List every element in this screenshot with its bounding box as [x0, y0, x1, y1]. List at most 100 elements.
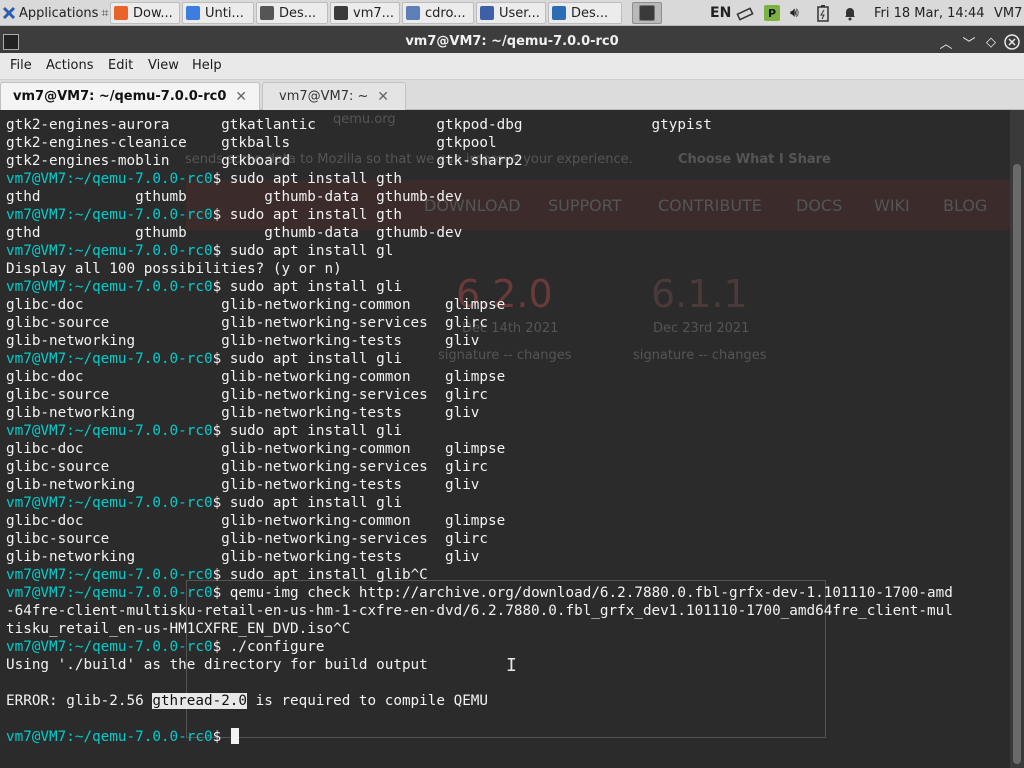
close-tab-icon[interactable]: ✕ — [377, 89, 389, 105]
shell-command: $ sudo apt install gli — [212, 279, 402, 295]
close-tab-icon[interactable]: ✕ — [235, 89, 247, 105]
menu-view[interactable]: View — [148, 58, 179, 73]
desktop-icon — [552, 6, 566, 20]
shell-prompt: vm7@VM7:~/qemu-7.0.0-rc0 — [6, 207, 213, 223]
taskbar-button-label: Des... — [279, 5, 317, 21]
keyboard-layout[interactable]: EN — [710, 2, 731, 24]
shell-prompt: vm7@VM7:~/qemu-7.0.0-rc0 — [6, 279, 213, 295]
shell-command: $ qemu-img check http://archive.org/down… — [212, 585, 953, 601]
terminal-line: glibc-doc glib-networking-common glimpse — [6, 296, 953, 314]
taskbar-terminal-active[interactable] — [632, 2, 662, 24]
terminal-text: glibc-source glib-networking-services gl… — [6, 387, 489, 403]
terminal-line: tisku_retail_en-us-HM1CXFRE_EN_DVD.iso^C — [6, 620, 953, 638]
terminal-text: gtk2-engines-cleanice gtkballs gtkpool — [6, 135, 497, 151]
terminal-text: ERROR: glib-2.56 — [6, 693, 153, 709]
taskbar-button[interactable]: cdro... — [402, 2, 474, 24]
window-maximize-up-icon[interactable]: ︿ — [937, 33, 955, 52]
shell-command: $ sudo apt install gli — [212, 495, 402, 511]
terminal-text: Display all 100 possibilities? (y or n) — [6, 261, 342, 277]
shell-command: $ sudo apt install gli — [212, 423, 402, 439]
terminal-line: vm7@VM7:~/qemu-7.0.0-rc0$ qemu-img check… — [6, 584, 953, 602]
terminal-text: gthd gthumb gthumb-data gthumb-dev — [6, 225, 463, 241]
text-cursor-ibeam-icon: I — [506, 655, 517, 676]
terminal-line: glibc-doc glib-networking-common glimpse — [6, 440, 953, 458]
volume-icon[interactable]: 🔊︎ — [790, 2, 799, 24]
tab-label: vm7@VM7: ~/qemu-7.0.0-rc0 — [13, 89, 227, 104]
terminal-icon — [334, 6, 348, 20]
taskbar-button[interactable]: vm7... — [330, 2, 400, 24]
terminal-text: glibc-doc glib-networking-common glimpse — [6, 369, 506, 385]
menu-actions[interactable]: Actions — [46, 58, 94, 73]
clock[interactable]: Fri 18 Mar, 14:44 — [874, 2, 985, 24]
terminal-line: Display all 100 possibilities? (y or n) — [6, 260, 953, 278]
menu-edit[interactable]: Edit — [108, 58, 133, 73]
terminal-line: glibc-doc glib-networking-common glimpse — [6, 512, 953, 530]
tab-home[interactable]: vm7@VM7: ~ ✕ — [262, 82, 406, 110]
taskbar-button[interactable]: Unti... — [182, 2, 254, 24]
menu-file[interactable]: File — [10, 58, 32, 73]
terminal-line: glibc-source glib-networking-services gl… — [6, 530, 953, 548]
tab-label: vm7@VM7: ~ — [279, 89, 369, 104]
taskbar-button-label: Dow... — [133, 5, 173, 21]
battery-icon[interactable] — [817, 2, 829, 24]
terminal-text: gtk2-engines-aurora gtkatlantic gtkpod-d… — [6, 117, 712, 133]
network-icon[interactable] — [736, 2, 754, 24]
package-updater-icon[interactable]: P — [764, 5, 780, 21]
chrome-icon — [186, 6, 200, 20]
menu-help[interactable]: Help — [192, 58, 222, 73]
selected-text[interactable]: gthread-2.0 — [152, 693, 248, 709]
taskbar-button[interactable]: User... — [476, 2, 546, 24]
terminal-line: vm7@VM7:~/qemu-7.0.0-rc0$ sudo apt insta… — [6, 206, 953, 224]
terminal-scrollbar[interactable] — [1010, 110, 1024, 768]
taskbar-button-label: Des... — [571, 5, 609, 21]
shell-command: $ sudo apt install glib^C — [212, 567, 428, 583]
terminal-text: glibc-doc glib-networking-common glimpse — [6, 297, 506, 313]
taskbar-button-label: cdro... — [425, 5, 466, 21]
window-minimize-icon[interactable]: ﹀ — [960, 33, 978, 52]
shell-prompt: vm7@VM7:~/qemu-7.0.0-rc0 — [6, 567, 213, 583]
terminal-line: ERROR: glib-2.56 gthread-2.0 is required… — [6, 692, 953, 710]
window-restore-icon[interactable]: ◇ — [982, 33, 1000, 51]
taskbar-button[interactable]: Des... — [256, 2, 328, 24]
window-titlebar[interactable]: vm7@VM7: ~/qemu-7.0.0-rc0 ︿ ﹀ ◇ — [0, 31, 1024, 53]
user-icon — [480, 6, 494, 20]
shell-command: $ ./configure — [212, 639, 325, 655]
terminal-text: -64fre-client-multisku-retail-en-us-hm-1… — [6, 603, 953, 619]
shell-prompt: vm7@VM7:~/qemu-7.0.0-rc0 — [6, 423, 213, 439]
shell-prompt: vm7@VM7:~/qemu-7.0.0-rc0 — [6, 243, 213, 259]
terminal-icon — [638, 5, 655, 21]
shell-command: $ — [212, 729, 230, 745]
terminal-line: glibc-source glib-networking-services gl… — [6, 386, 953, 404]
window-close-icon[interactable] — [1003, 33, 1021, 51]
xfce-mouse-icon — [2, 6, 16, 20]
shell-command: $ sudo apt install gth — [212, 207, 402, 223]
shell-command: $ sudo apt install gth — [212, 171, 402, 187]
window-title: vm7@VM7: ~/qemu-7.0.0-rc0 — [405, 34, 619, 49]
terminal-cursor — [230, 728, 239, 744]
tab-qemu[interactable]: vm7@VM7: ~/qemu-7.0.0-rc0 ✕ — [0, 82, 260, 110]
terminal-line: vm7@VM7:~/qemu-7.0.0-rc0$ sudo apt insta… — [6, 170, 953, 188]
applications-menu[interactable]: Applications ⌗ — [2, 2, 110, 24]
terminal-line: vm7@VM7:~/qemu-7.0.0-rc0$ ./configure — [6, 638, 953, 656]
taskbar-button[interactable]: Des... — [548, 2, 622, 24]
terminal-line: gtk2-engines-cleanice gtkballs gtkpool — [6, 134, 953, 152]
user-name[interactable]: VM7 — [994, 2, 1022, 24]
terminal-text: gthd gthumb gthumb-data gthumb-dev — [6, 189, 463, 205]
terminal-text: glibc-doc glib-networking-common glimpse — [6, 513, 506, 529]
terminal-line: vm7@VM7:~/qemu-7.0.0-rc0$ sudo apt insta… — [6, 494, 953, 512]
terminal-line: glibc-source glib-networking-services gl… — [6, 314, 953, 332]
notification-bell-icon[interactable] — [843, 2, 857, 24]
terminal-text: Using './build' as the directory for bui… — [6, 657, 428, 673]
terminal-text: glibc-doc glib-networking-common glimpse — [6, 441, 506, 457]
shell-prompt: vm7@VM7:~/qemu-7.0.0-rc0 — [6, 585, 213, 601]
taskbar-button[interactable]: Dow... — [110, 2, 180, 24]
shell-prompt: vm7@VM7:~/qemu-7.0.0-rc0 — [6, 351, 213, 367]
taskbar-button-label: vm7... — [353, 5, 395, 21]
scrollbar-thumb[interactable] — [1013, 164, 1021, 764]
folder-icon — [406, 6, 420, 20]
shell-prompt: vm7@VM7:~/qemu-7.0.0-rc0 — [6, 171, 213, 187]
terminal-line: vm7@VM7:~/qemu-7.0.0-rc0$ sudo apt insta… — [6, 278, 953, 296]
terminal-line: gthd gthumb gthumb-data gthumb-dev — [6, 188, 953, 206]
